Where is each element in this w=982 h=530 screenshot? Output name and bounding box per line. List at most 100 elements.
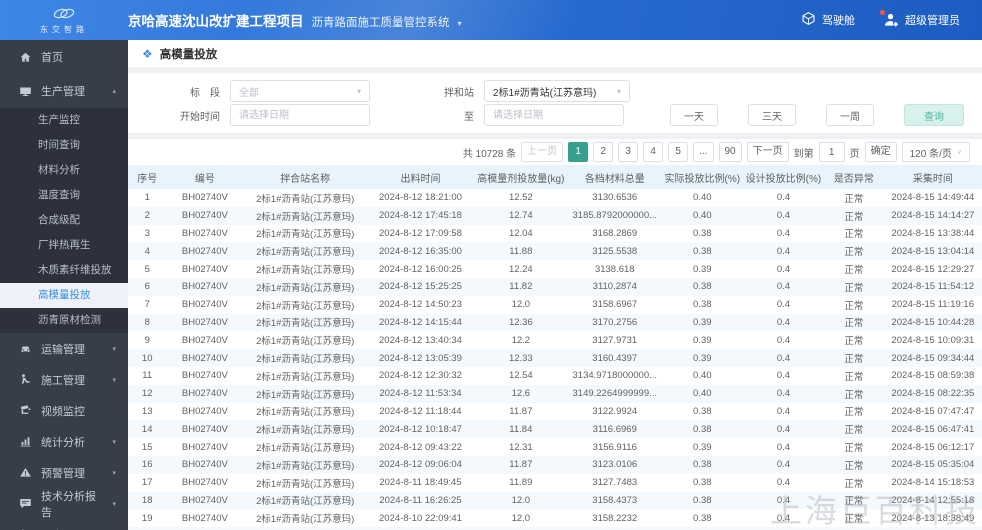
prev-page-button[interactable]: 上一页 — [521, 142, 564, 162]
sidebar-item-construction[interactable]: 施工管理 ▾ — [0, 364, 128, 395]
submenu-item-time-query[interactable]: 时间查询 — [0, 133, 128, 158]
table-cell: 0.39 — [693, 263, 712, 275]
start-date-input[interactable] — [230, 104, 370, 126]
table-cell: 正常 — [844, 443, 864, 455]
sidebar-item-label: 首页 — [41, 52, 63, 64]
table-cell: 3158.4373 — [592, 494, 638, 506]
table-header: 序号 编号 拌合站名称 出料时间 高模量剂投放量(kg) 各档材料总量 实际投放… — [128, 165, 982, 189]
submenu-item-high-modulus-active[interactable]: 高模量投放 — [0, 283, 128, 308]
table-cell: 2024-8-15 05:35:04 — [891, 459, 975, 471]
end-date-input[interactable] — [484, 104, 624, 126]
table-cell: 正常 — [844, 211, 864, 223]
sidebar-item-video-monitor[interactable]: 视频监控 — [0, 395, 128, 426]
table-cell: 0.4 — [776, 227, 791, 239]
page-ellipsis[interactable]: ... — [693, 142, 714, 162]
page-button-4[interactable]: 4 — [643, 142, 664, 162]
table-cell: 2024-8-15 08:59:38 — [891, 370, 975, 382]
table-cell: 11.82 — [509, 281, 533, 293]
col-out-time: 出料时间 — [367, 165, 474, 189]
table-row: 18 BH02740V 2标1#沥青站(江苏意玛) 2024-8-11 16:26:2… — [128, 491, 982, 510]
chevron-down-icon: ∨ — [956, 149, 962, 156]
table-cell: 2 — [144, 210, 150, 222]
header-titles: 京哈高速沈山改扩建工程项目 沥青路面施工质量管控系统 ▾ — [128, 10, 462, 30]
submenu-item-production-monitor[interactable]: 生产监控 — [0, 108, 128, 133]
one-week-button[interactable]: 一周 — [826, 104, 874, 126]
goto-page-input[interactable] — [818, 142, 845, 162]
submenu-item-material-analysis[interactable]: 材料分析 — [0, 158, 128, 183]
table-cell: 0.4 — [776, 210, 791, 222]
production-submenu: 生产监控 时间查询 材料分析 温度查询 合成级配 厂拌热再生 木质素纤维投放 高… — [0, 108, 128, 333]
table-cell: 0.38 — [693, 299, 712, 311]
logo-text: 东交智路 — [40, 25, 88, 34]
table-cell: 0.4 — [776, 281, 791, 293]
cockpit-button[interactable]: 驾驶舱 — [801, 11, 855, 29]
sidebar-item-tech-report[interactable]: 技术分析报告 ▾ — [0, 488, 128, 519]
page-button-3[interactable]: 3 — [618, 142, 639, 162]
table-cell: 15 — [141, 441, 153, 453]
table-cell: 2标1#沥青站(江苏意玛) — [256, 496, 355, 508]
page-button-2[interactable]: 2 — [593, 142, 614, 162]
system-dropdown-caret-icon[interactable]: ▾ — [458, 19, 462, 28]
table-cell: 7 — [144, 299, 150, 311]
submenu-item-synthetic-gradation[interactable]: 合成级配 — [0, 208, 128, 233]
three-days-button[interactable]: 三天 — [748, 104, 796, 126]
submenu-item-temperature-query[interactable]: 温度查询 — [0, 183, 128, 208]
table-cell: 2024-8-15 11:19:16 — [891, 299, 974, 311]
caret-down-icon: ▾ — [112, 345, 116, 353]
table-cell: 正常 — [844, 265, 864, 277]
table-cell: BH02740V — [181, 210, 228, 222]
user-menu[interactable]: 超级管理员 — [880, 10, 960, 28]
page-size-select[interactable]: 120 条/页 ∨ — [901, 142, 970, 162]
table-cell: 2标1#沥青站(江苏意玛) — [256, 282, 355, 294]
page-button-90[interactable]: 90 — [718, 142, 742, 162]
sidebar-item-transport[interactable]: 运输管理 ▾ — [0, 333, 128, 364]
submenu-item-asphalt-raw-material[interactable]: 沥青原材检测 — [0, 308, 128, 333]
table-cell: 正常 — [844, 247, 864, 259]
submenu-item-plant-hot-recycling[interactable]: 厂拌热再生 — [0, 233, 128, 258]
one-day-button[interactable]: 一天 — [670, 104, 718, 126]
table-cell: 正常 — [844, 496, 864, 508]
camera-icon — [20, 405, 31, 414]
confirm-button[interactable]: 确定 — [864, 142, 897, 162]
sidebar-item-asphalt-config[interactable]: 沥青配置 ▾ — [0, 519, 128, 530]
table-cell: 2标1#沥青站(江苏意玛) — [256, 460, 355, 472]
table-cell: 0.4 — [776, 405, 791, 417]
table-cell: 2024-8-12 09:43:22 — [379, 441, 462, 453]
table-cell: BH02740V — [181, 299, 228, 311]
table-cell: 0.39 — [693, 352, 712, 364]
table-cell: 2024-8-15 14:49:44 — [891, 192, 975, 204]
station-select[interactable]: 2标1#沥青站(江苏意玛) ▾ — [484, 80, 630, 102]
sidebar-item-production[interactable]: 生产管理 ▴ — [0, 74, 128, 108]
table-cell: 2024-8-12 18:21:00 — [379, 192, 462, 204]
section-select-value: 全部 — [239, 87, 259, 99]
page-button-1[interactable]: 1 — [568, 142, 589, 162]
table-cell: 3138.618 — [594, 263, 635, 275]
monitor-icon — [20, 86, 31, 96]
table-cell: 2024-8-12 12:30:32 — [379, 370, 462, 382]
goto-suffix: 页 — [849, 148, 860, 160]
table-cell: BH02740V — [181, 423, 228, 435]
sidebar: 首页 生产管理 ▴ 生产监控 时间查询 材料分析 温度查询 合成级配 厂拌热再生… — [0, 40, 128, 530]
table-cell: 11.84 — [509, 423, 533, 435]
station-label: 拌和站 — [444, 87, 474, 99]
section-select[interactable]: 全部 ▾ — [230, 80, 370, 102]
sidebar-item-label: 统计分析 — [41, 436, 85, 449]
page-button-5[interactable]: 5 — [668, 142, 689, 162]
sidebar-item-statistics[interactable]: 统计分析 ▾ — [0, 426, 128, 457]
table-cell: 0.39 — [693, 441, 712, 453]
table-cell: 2024-8-12 14:15:44 — [379, 316, 462, 328]
sidebar-item-home[interactable]: 首页 — [0, 40, 128, 74]
sidebar-item-warning[interactable]: 预警管理 ▾ — [0, 457, 128, 488]
table-cell: BH02740V — [181, 263, 228, 275]
table-body: 1 BH02740V 2标1#沥青站(江苏意玛) 2024-8-12 18:21:00… — [128, 189, 982, 530]
table-cell: 2标1#沥青站(江苏意玛) — [256, 371, 355, 383]
table-row: 12 BH02740V 2标1#沥青站(江苏意玛) 2024-8-12 11:53:3… — [128, 384, 982, 403]
table-cell: BH02740V — [181, 405, 228, 417]
next-page-button[interactable]: 下一页 — [746, 142, 789, 162]
cockpit-label: 驾驶舱 — [822, 15, 855, 27]
query-button[interactable]: 查询 — [904, 104, 964, 126]
submenu-item-lignin-fiber[interactable]: 木质素纤维投放 — [0, 258, 128, 283]
table-cell: 2标1#沥青站(江苏意玛) — [256, 318, 355, 330]
filter-row-2: 开始时间 至 一天 三天 一周 查询 — [168, 104, 982, 126]
table-row: 17 BH02740V 2标1#沥青站(江苏意玛) 2024-8-11 18:49:4… — [128, 474, 982, 492]
